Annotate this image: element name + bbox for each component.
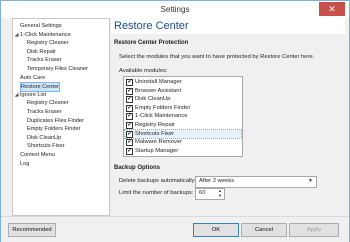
pane-header: Restore Center: [111, 18, 345, 34]
module-checkbox[interactable]: ✔: [126, 96, 133, 104]
module-item[interactable]: ✔ 1-Click Maintenance: [125, 112, 241, 121]
delete-backups-dropdown[interactable]: After 2 weeks ▼: [195, 176, 317, 188]
module-label: Uninstall Manager: [135, 79, 182, 85]
tree-item[interactable]: Shortcuts Fixer: [27, 142, 65, 150]
module-label: Malware Remover: [135, 139, 183, 146]
module-label: Disk CleanUp: [135, 96, 171, 103]
client-area: General Settings 1-Click Maintenance ◢ Regi…: [5, 18, 345, 216]
protection-description: Select the modules that you want to have…: [119, 54, 315, 60]
close-icon: ✕: [328, 4, 336, 14]
protection-section-title: Restore Center Protection: [114, 40, 189, 46]
settings-window: Settings ✕ General Settings 1-Click Maint…: [0, 0, 350, 242]
tree-item[interactable]: Auto Care: [20, 74, 45, 82]
window-title: Settings: [160, 5, 190, 14]
title-bar: Settings ✕: [1, 1, 349, 18]
tree-item[interactable]: Tracks Eraser: [27, 108, 62, 116]
limit-backups-stepper[interactable]: 60 ▲ ▼: [195, 188, 225, 200]
tree-item[interactable]: 1-Click Maintenance: [20, 31, 71, 39]
backup-section-title: Backup Options: [114, 165, 161, 171]
dialog-button-bar: Recommended OK Cancel Apply: [1, 216, 349, 242]
module-label: Startup Manager: [135, 147, 179, 154]
module-item[interactable]: ✔ Uninstall Manager: [125, 78, 241, 86]
module-item[interactable]: ✔ Empty Folders Finder: [125, 104, 241, 112]
chevron-down-icon: ▼: [308, 178, 313, 184]
tree-item[interactable]: Ignore List: [20, 91, 46, 99]
cancel-button[interactable]: Cancel: [241, 223, 287, 237]
module-checkbox[interactable]: ✔: [126, 139, 133, 147]
module-checkbox[interactable]: ✔: [126, 87, 133, 95]
module-checkbox[interactable]: ✔: [126, 104, 133, 112]
apply-button[interactable]: Apply: [289, 223, 339, 237]
module-item[interactable]: ✔ Startup Manager: [125, 147, 241, 155]
available-modules-label: Available modules:: [119, 68, 168, 74]
tree-item[interactable]: Context Menu: [20, 151, 55, 159]
module-checkbox[interactable]: ✔: [126, 79, 133, 86]
tree-item[interactable]: Registry Cleaner: [27, 39, 69, 47]
module-item[interactable]: ✔ Shortcuts Fixer: [124, 128, 242, 139]
module-item[interactable]: ✔ Browser Assistant: [125, 87, 241, 95]
module-item[interactable]: ✔ Disk CleanUp: [125, 95, 241, 104]
tree-expander-icon[interactable]: ◢: [14, 91, 19, 99]
tree-item[interactable]: Empty Folders Finder: [27, 125, 80, 133]
limit-backups-label: Limit the number of backups:: [119, 190, 194, 196]
module-item[interactable]: ✔ Malware Remover: [125, 138, 241, 147]
tree-item[interactable]: General Settings: [20, 22, 62, 30]
tree-expander-icon[interactable]: ◢: [14, 31, 19, 39]
module-checkbox[interactable]: ✔: [126, 113, 133, 121]
tree-item[interactable]: Log: [20, 160, 29, 168]
tree-item[interactable]: Disk Repair: [27, 48, 56, 56]
module-label: Shortcuts Fixer: [135, 130, 174, 137]
spin-down-icon[interactable]: ▼: [217, 194, 223, 198]
module-label: 1-Click Maintenance: [135, 113, 188, 120]
close-button[interactable]: ✕: [319, 2, 345, 16]
tree-item[interactable]: Tracks Eraser: [27, 56, 62, 64]
module-list[interactable]: ✔ Uninstall Manager ✔ Browser Assistant ✔ Dis…: [123, 76, 243, 157]
tree-item[interactable]: Registry Cleaner: [27, 99, 69, 107]
tree-item[interactable]: Duplicates Files Finder: [27, 117, 84, 125]
delete-backups-label: Delete backups automatically:: [119, 178, 197, 184]
module-checkbox[interactable]: ✔: [126, 122, 133, 129]
tree-item[interactable]: Temporary Files Cleaner: [27, 65, 88, 73]
module-label: Registry Repair: [135, 122, 175, 128]
tree-item[interactable]: Disk CleanUp: [27, 134, 61, 142]
recommended-button[interactable]: Recommended: [8, 223, 56, 237]
module-checkbox[interactable]: ✔: [126, 147, 133, 155]
page-title: Restore Center: [114, 20, 189, 32]
restore-center-pane: Restore Center Restore Center Protection…: [111, 18, 345, 214]
delete-backups-value: After 2 weeks: [199, 178, 235, 184]
module-label: Empty Folders Finder: [135, 104, 191, 111]
settings-navigation-tree: General Settings 1-Click Maintenance ◢ Regi…: [12, 18, 110, 216]
ok-button[interactable]: OK: [193, 223, 239, 237]
limit-backups-value: 60: [199, 190, 206, 196]
module-checkbox[interactable]: ✔: [126, 130, 133, 138]
module-label: Browser Assistant: [135, 87, 182, 94]
module-item[interactable]: ✔ Registry Repair: [125, 121, 241, 129]
